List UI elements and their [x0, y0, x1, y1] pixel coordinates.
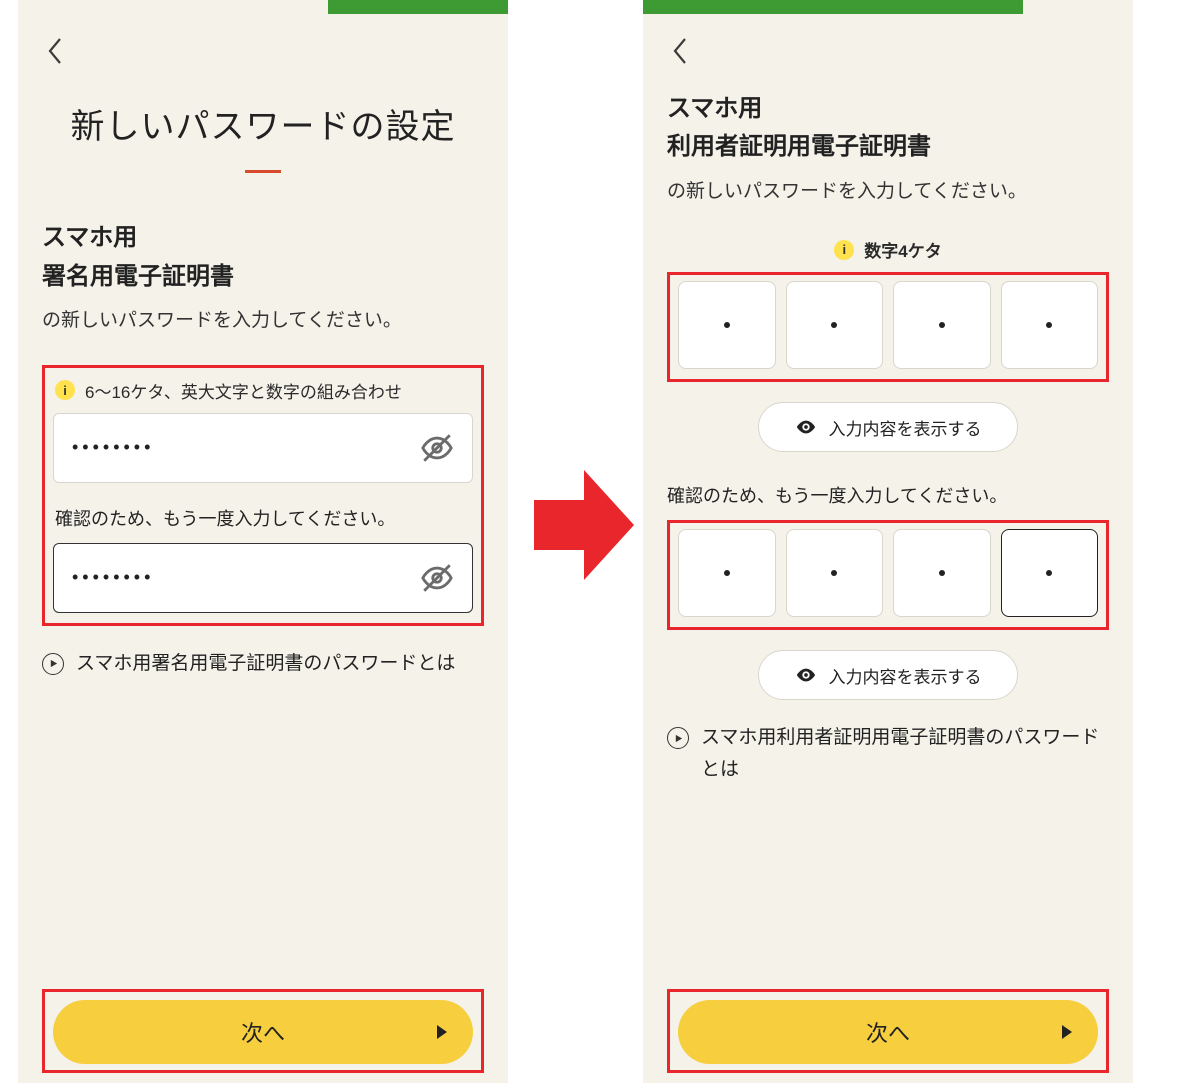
title-underline — [245, 170, 281, 173]
highlighted-pin-confirm-group — [667, 520, 1109, 630]
next-button[interactable]: 次へ — [678, 1000, 1098, 1064]
page-title: 新しいパスワードの設定 — [42, 100, 484, 154]
show-input-toggle[interactable]: 入力内容を表示する — [758, 402, 1018, 452]
password-field[interactable]: •••••••• — [53, 413, 473, 483]
content-area: スマホ用 利用者証明用電子証明書 の新しいパスワードを入力してください。 i 数… — [643, 80, 1133, 1083]
hint-row: i 数字4ケタ — [669, 237, 1107, 262]
next-highlight: 次へ — [42, 989, 484, 1073]
show-input-label: 入力内容を表示する — [829, 415, 982, 440]
pin-digit[interactable] — [893, 281, 991, 369]
section-heading: スマホ用 利用者証明用電子証明書 — [667, 90, 1109, 167]
highlighted-input-group: i 6〜16ケタ、英大文字と数字の組み合わせ •••••••• 確認のため、もう… — [42, 365, 484, 626]
triangle-right-icon — [437, 1025, 447, 1039]
hint-row: i 6〜16ケタ、英大文字と数字の組み合わせ — [55, 378, 471, 403]
heading-line2: 利用者証明用電子証明書 — [667, 133, 931, 160]
show-input-label: 入力内容を表示する — [829, 663, 982, 688]
help-link-text: スマホ用署名用電子証明書のパスワードとは — [76, 648, 455, 680]
pin-confirm-input[interactable] — [678, 529, 1098, 617]
highlighted-pin-group — [667, 272, 1109, 382]
triangle-right-icon — [1062, 1025, 1072, 1039]
eye-off-icon[interactable] — [420, 561, 454, 595]
hint-text: 数字4ケタ — [864, 237, 941, 262]
eye-icon — [795, 416, 817, 438]
heading-line1: スマホ用 — [667, 95, 762, 122]
next-button[interactable]: 次へ — [53, 1000, 473, 1064]
help-link-text: スマホ用利用者証明用電子証明書のパスワードとは — [701, 722, 1109, 787]
screen-set-user-cert-pin: スマホ用 利用者証明用電子証明書 の新しいパスワードを入力してください。 i 数… — [643, 0, 1133, 1083]
content-area: 新しいパスワードの設定 スマホ用 署名用電子証明書 の新しいパスワードを入力して… — [18, 80, 508, 1083]
pin-digit[interactable] — [1001, 529, 1099, 617]
chevron-left-icon — [46, 37, 66, 65]
next-button-label: 次へ — [241, 1016, 285, 1048]
pin-digit[interactable] — [678, 281, 776, 369]
circle-play-icon — [42, 653, 64, 675]
screen-set-new-password: 新しいパスワードの設定 スマホ用 署名用電子証明書 の新しいパスワードを入力して… — [18, 0, 508, 1083]
hint-text: 6〜16ケタ、英大文字と数字の組み合わせ — [85, 378, 402, 403]
eye-off-icon[interactable] — [420, 431, 454, 465]
next-highlight: 次へ — [667, 989, 1109, 1073]
password-mask: •••••••• — [72, 437, 154, 458]
confirm-label: 確認のため、もう一度入力してください。 — [55, 505, 471, 531]
progress-bar-segment — [643, 0, 1023, 14]
password-confirm-mask: •••••••• — [72, 567, 154, 588]
eye-icon — [795, 664, 817, 686]
info-icon: i — [55, 380, 75, 400]
heading-line1: スマホ用 — [42, 224, 137, 251]
section-subcopy: の新しいパスワードを入力してください。 — [42, 306, 484, 336]
back-button[interactable] — [40, 35, 72, 67]
pin-digit[interactable] — [1001, 281, 1099, 369]
pin-input[interactable] — [678, 281, 1098, 369]
red-arrow-icon — [534, 470, 634, 580]
help-link-user-cert-password[interactable]: スマホ用利用者証明用電子証明書のパスワードとは — [667, 722, 1109, 787]
pin-digit[interactable] — [786, 529, 884, 617]
section-subcopy: の新しいパスワードを入力してください。 — [667, 177, 1109, 207]
circle-play-icon — [667, 727, 689, 749]
back-button[interactable] — [665, 35, 697, 67]
show-input-toggle[interactable]: 入力内容を表示する — [758, 650, 1018, 700]
progress-bar-segment — [328, 0, 508, 14]
chevron-left-icon — [671, 37, 691, 65]
pin-digit[interactable] — [678, 529, 776, 617]
password-confirm-field[interactable]: •••••••• — [53, 543, 473, 613]
confirm-label: 確認のため、もう一度入力してください。 — [667, 482, 1109, 508]
next-button-label: 次へ — [866, 1016, 910, 1048]
pin-digit[interactable] — [893, 529, 991, 617]
pin-digit[interactable] — [786, 281, 884, 369]
heading-line2: 署名用電子証明書 — [42, 263, 234, 290]
section-heading: スマホ用 署名用電子証明書 — [42, 219, 484, 296]
info-icon: i — [834, 240, 854, 260]
help-link-signature-password[interactable]: スマホ用署名用電子証明書のパスワードとは — [42, 648, 484, 680]
